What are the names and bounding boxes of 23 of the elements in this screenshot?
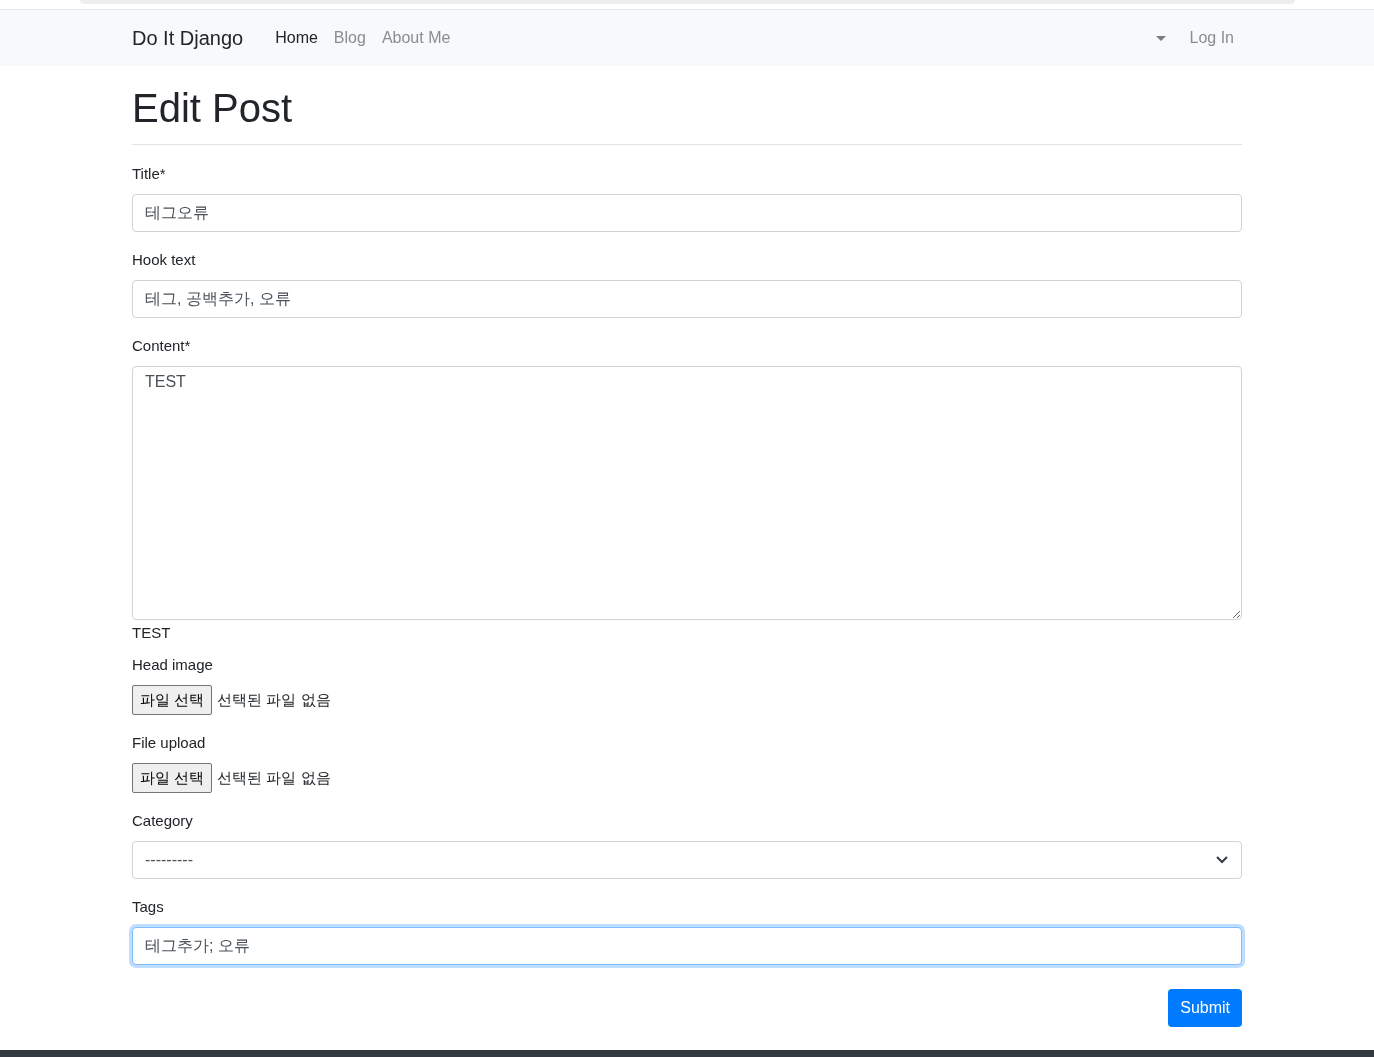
file-status-text: 선택된 파일 없음 (217, 690, 331, 710)
field-label: Category (132, 811, 194, 831)
choose-file-button[interactable]: 파일 선택 (132, 763, 213, 793)
dropdown-caret-icon[interactable] (1155, 35, 1166, 41)
field-label: Title* (132, 164, 167, 184)
help-text: TEST (132, 624, 172, 641)
submit-button[interactable]: Submit (1168, 989, 1242, 1027)
chevron-down-icon (1215, 855, 1229, 865)
field-label: Content* (132, 336, 192, 356)
text-input-field[interactable]: 테그추가; 오류 (132, 927, 1242, 965)
text-input-field[interactable]: 테그오류 (132, 194, 1242, 232)
field-label: Hook text (132, 250, 197, 270)
textarea-field[interactable]: TEST (132, 366, 1242, 620)
field-label: Tags (132, 897, 165, 917)
page-heading: Edit Post (132, 86, 294, 130)
brand-link[interactable]: Do It Django (132, 26, 244, 50)
text-input-field[interactable]: 테그, 공백추가, 오류 (132, 280, 1242, 318)
field-label: File upload (132, 733, 207, 753)
choose-file-button[interactable]: 파일 선택 (132, 685, 213, 715)
select-field[interactable]: --------- (132, 841, 1242, 879)
nav-link[interactable]: Home (267, 29, 326, 47)
file-status-text: 선택된 파일 없음 (217, 768, 331, 788)
field-label: Head image (132, 655, 214, 675)
